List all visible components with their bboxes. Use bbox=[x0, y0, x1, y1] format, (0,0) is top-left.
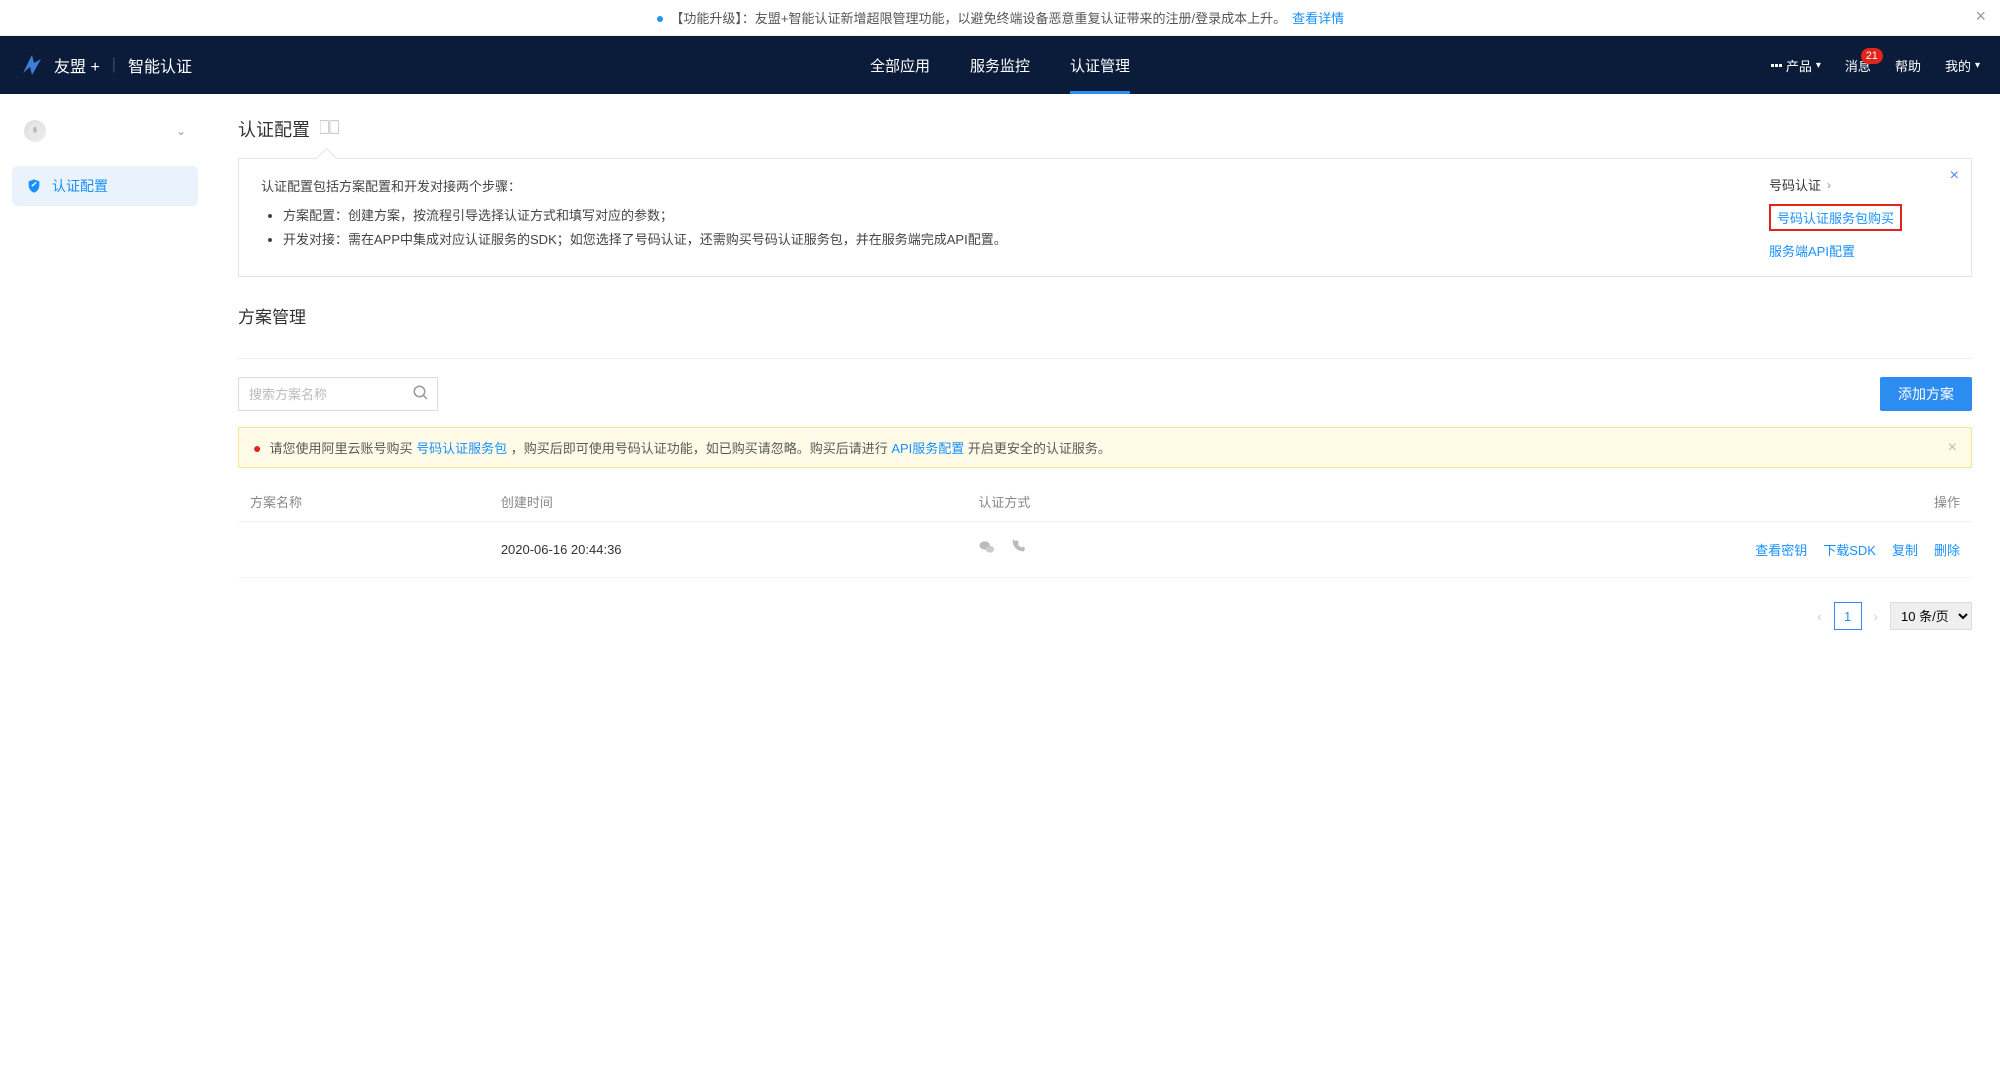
logo-area: 友盟 + | 智能认证 bbox=[20, 53, 192, 77]
alert-pre: 请您使用阿里云账号购买 bbox=[269, 441, 416, 456]
info-left: 认证配置包括方案配置和开发对接两个步骤： 方案配置：创建方案，按流程引导选择认证… bbox=[261, 175, 1007, 260]
cell-name bbox=[238, 522, 489, 578]
main-content: 认证配置 认证配置包括方案配置和开发对接两个步骤： 方案配置：创建方案，按流程引… bbox=[210, 94, 2000, 1080]
alert-link-package[interactable]: 号码认证服务包 bbox=[416, 441, 507, 456]
grid-icon bbox=[1771, 64, 1782, 67]
action-view-key[interactable]: 查看密钥 bbox=[1755, 540, 1807, 559]
highlight-purchase-link: 号码认证服务包购买 bbox=[1769, 204, 1902, 231]
action-delete[interactable]: 删除 bbox=[1934, 540, 1960, 559]
plans-table: 方案名称 创建时间 认证方式 操作 2020-06-16 20:44:36 bbox=[238, 482, 1972, 578]
help-link[interactable]: 帮助 bbox=[1895, 56, 1921, 75]
nav-tabs: 全部应用 服务监控 认证管理 bbox=[870, 36, 1130, 94]
col-name: 方案名称 bbox=[238, 482, 489, 522]
purchase-link[interactable]: 号码认证服务包购买 bbox=[1777, 211, 1894, 226]
action-copy[interactable]: 复制 bbox=[1892, 540, 1918, 559]
info-bullet-1: 方案配置：创建方案，按流程引导选择认证方式和填写对应的参数； bbox=[283, 204, 1007, 229]
messages-badge: 21 bbox=[1861, 48, 1883, 64]
page-number[interactable]: 1 bbox=[1834, 602, 1862, 630]
page-title: 认证配置 bbox=[238, 116, 310, 142]
warning-icon: ● bbox=[253, 440, 261, 456]
banner-link[interactable]: 查看详情 bbox=[1292, 8, 1344, 27]
info-icon: ● bbox=[656, 10, 664, 26]
cell-time: 2020-06-16 20:44:36 bbox=[489, 522, 967, 578]
alert-link-api[interactable]: API服务配置 bbox=[891, 441, 964, 456]
page-next[interactable]: › bbox=[1870, 609, 1882, 624]
info-bullet-2: 开发对接：需在APP中集成对应认证服务的SDK；如您选择了号码认证，还需购买号码… bbox=[283, 228, 1007, 253]
tab-service-monitor[interactable]: 服务监控 bbox=[970, 36, 1030, 94]
sidebar: ⌄ 认证配置 bbox=[0, 94, 210, 1080]
tab-auth-manage[interactable]: 认证管理 bbox=[1070, 36, 1130, 94]
guide-icon[interactable] bbox=[320, 120, 340, 139]
col-auth: 认证方式 bbox=[966, 482, 1217, 522]
shield-icon bbox=[26, 178, 42, 194]
info-right: 号码认证 › 号码认证服务包购买 服务端API配置 bbox=[1769, 175, 1949, 260]
cell-auth bbox=[966, 522, 1217, 578]
help-label: 帮助 bbox=[1895, 56, 1921, 75]
close-icon[interactable]: × bbox=[1950, 167, 1959, 185]
search-icon[interactable] bbox=[412, 384, 430, 407]
toolbar: 添加方案 bbox=[238, 377, 1972, 411]
info-right-title-row[interactable]: 号码认证 › bbox=[1769, 175, 1909, 194]
banner-prefix: 【功能升级】： bbox=[670, 8, 755, 27]
sidebar-item-label: 认证配置 bbox=[52, 176, 108, 196]
api-config-link[interactable]: 服务端API配置 bbox=[1769, 241, 1855, 260]
header-nav: 友盟 + | 智能认证 全部应用 服务监控 认证管理 产品 ▾ 消息 21 帮助… bbox=[0, 36, 2000, 94]
brand-logo-icon bbox=[20, 53, 44, 77]
tab-all-apps[interactable]: 全部应用 bbox=[870, 36, 930, 94]
phone-icon bbox=[1010, 538, 1026, 561]
alert-mid: ，购买后即可使用号码认证功能，如已购买请忽略。购买后请进行 bbox=[507, 441, 891, 456]
table-row: 2020-06-16 20:44:36 bbox=[238, 522, 1972, 578]
close-icon[interactable]: × bbox=[1975, 6, 1986, 27]
top-announcement: ● 【功能升级】： 友盟+智能认证新增超限管理功能，以避免终端设备恶意重复认证带… bbox=[0, 0, 2000, 36]
page-prev[interactable]: ‹ bbox=[1813, 609, 1825, 624]
chevron-down-icon: ▾ bbox=[1975, 60, 1980, 71]
search-box bbox=[238, 377, 438, 411]
search-input[interactable] bbox=[238, 377, 438, 411]
close-icon[interactable]: × bbox=[1948, 439, 1957, 457]
alert-box: ● 请您使用阿里云账号购买 号码认证服务包 ，购买后即可使用号码认证功能，如已购… bbox=[238, 427, 1972, 468]
pagination: ‹ 1 › 10 条/页 bbox=[238, 602, 1972, 630]
products-label: 产品 bbox=[1786, 56, 1812, 75]
chevron-down-icon: ⌄ bbox=[176, 124, 186, 138]
alert-post: 开启更安全的认证服务。 bbox=[964, 441, 1111, 456]
info-panel: 认证配置包括方案配置和开发对接两个步骤： 方案配置：创建方案，按流程引导选择认证… bbox=[238, 158, 1972, 277]
add-plan-button[interactable]: 添加方案 bbox=[1880, 377, 1972, 411]
brand-primary: 友盟 + bbox=[54, 53, 100, 77]
col-ops: 操作 bbox=[1217, 482, 1972, 522]
brand-secondary: 智能认证 bbox=[128, 53, 192, 77]
page-size-select[interactable]: 10 条/页 bbox=[1890, 602, 1972, 630]
info-right-title: 号码认证 bbox=[1769, 175, 1821, 194]
brand-divider: | bbox=[112, 56, 116, 74]
app-selector[interactable]: ⌄ bbox=[12, 112, 198, 150]
wechat-icon bbox=[978, 538, 996, 561]
messages-menu[interactable]: 消息 21 bbox=[1845, 56, 1871, 75]
products-menu[interactable]: 产品 ▾ bbox=[1771, 56, 1821, 75]
chevron-down-icon: ▾ bbox=[1816, 60, 1821, 71]
mine-label: 我的 bbox=[1945, 56, 1971, 75]
action-download-sdk[interactable]: 下载SDK bbox=[1823, 540, 1876, 559]
sidebar-item-auth-config[interactable]: 认证配置 bbox=[12, 166, 198, 206]
col-time: 创建时间 bbox=[489, 482, 967, 522]
page-title-row: 认证配置 bbox=[238, 116, 1972, 142]
cell-ops: 查看密钥 下载SDK 复制 删除 bbox=[1217, 522, 1972, 578]
divider bbox=[238, 358, 1972, 359]
app-icon bbox=[24, 120, 46, 142]
info-intro: 认证配置包括方案配置和开发对接两个步骤： bbox=[261, 175, 1007, 200]
mine-menu[interactable]: 我的 ▾ bbox=[1945, 56, 1980, 75]
section-title: 方案管理 bbox=[238, 303, 1972, 342]
banner-text: 友盟+智能认证新增超限管理功能，以避免终端设备恶意重复认证带来的注册/登录成本上… bbox=[755, 8, 1286, 27]
chevron-right-icon: › bbox=[1827, 178, 1831, 192]
